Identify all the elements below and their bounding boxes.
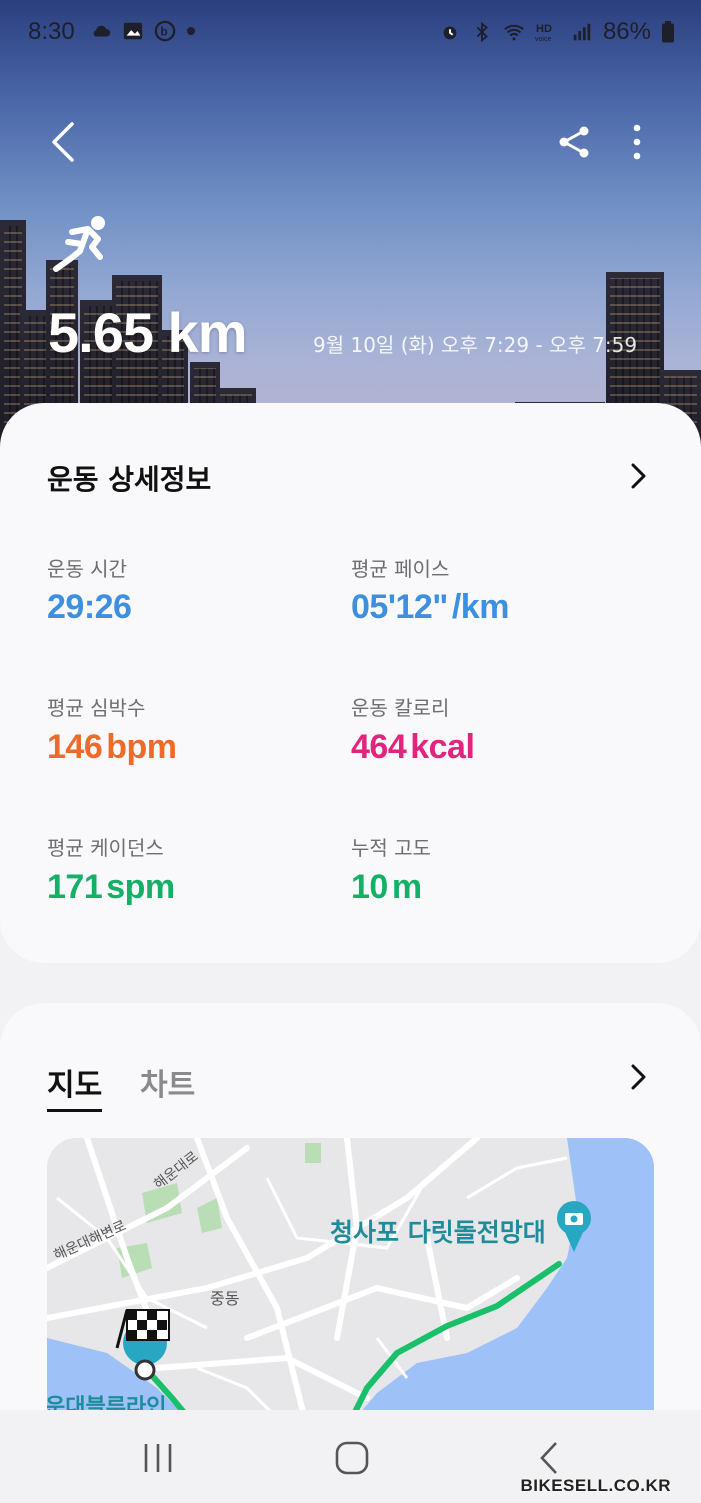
- svg-text:voice: voice: [535, 36, 551, 43]
- battery-percent: 86%: [602, 18, 651, 45]
- chevron-right-icon[interactable]: [626, 1062, 650, 1092]
- stat-value: 10 m: [351, 868, 422, 906]
- details-title[interactable]: 운동 상세정보: [47, 458, 211, 498]
- stat-label: 운동 시간: [47, 557, 127, 581]
- watermark: BIKESELL.CO.KR: [520, 1476, 671, 1495]
- stat-value: 171 spm: [47, 868, 175, 906]
- hero-background: 8:30 b HD voice 86% 5.65 km 9월 10일 (화) 오…: [0, 0, 701, 450]
- cloud-icon: [93, 25, 111, 37]
- svg-text:HD: HD: [536, 23, 552, 35]
- workout-screen: 8:30 b HD voice 86% 5.65 km 9월 10일 (화) 오…: [0, 0, 701, 1503]
- status-bar: 8:30 b HD voice 86%: [0, 0, 701, 64]
- back-arrow-icon[interactable]: [46, 120, 86, 164]
- running-icon: [53, 216, 105, 272]
- tab-chart[interactable]: 차트: [140, 1060, 195, 1104]
- stat-value: 146 bpm: [47, 728, 177, 766]
- recent-apps-icon[interactable]: [138, 1440, 178, 1476]
- tab-map[interactable]: 지도: [47, 1060, 103, 1112]
- hd-voice-icon: HDvoice: [535, 23, 552, 43]
- gallery-icon: [123, 22, 143, 40]
- stat-label: 평균 페이스: [351, 557, 450, 581]
- route-map[interactable]: 해운대로 해운대해변로 중동 운대블루라인: [47, 1138, 654, 1428]
- stat-label: 누적 고도: [351, 836, 431, 860]
- share-icon[interactable]: [556, 124, 592, 160]
- signal-icon: [573, 23, 591, 41]
- map-canvas: [47, 1138, 654, 1428]
- stat-value: 29:26: [47, 588, 132, 626]
- bluetooth-icon: [476, 21, 488, 43]
- poi-label: 청사포 다릿돌전망대: [330, 1218, 546, 1247]
- more-options-icon[interactable]: [622, 122, 652, 162]
- map-area-label: 중동: [210, 1289, 240, 1308]
- workout-date-range: 9월 10일 (화) 오후 7:29 - 오후 7:59: [313, 333, 638, 357]
- stat-value: 464 kcal: [351, 728, 475, 766]
- svg-text:b: b: [160, 25, 167, 39]
- distance-value: 5.65 km: [48, 301, 247, 364]
- alarm-icon: [443, 26, 457, 40]
- b-app-icon: b: [154, 20, 176, 42]
- stat-value: 05'12"/km: [351, 588, 509, 626]
- home-icon[interactable]: [332, 1440, 372, 1476]
- stat-label: 평균 케이던스: [47, 836, 164, 860]
- battery-icon: [662, 21, 674, 43]
- back-icon[interactable]: [530, 1440, 570, 1476]
- dot-icon: [187, 27, 195, 35]
- wifi-icon: [504, 24, 524, 41]
- status-time: 8:30: [28, 18, 75, 45]
- stat-label: 운동 칼로리: [351, 696, 450, 720]
- chevron-right-icon[interactable]: [626, 461, 650, 491]
- stat-label: 평균 심박수: [47, 696, 146, 720]
